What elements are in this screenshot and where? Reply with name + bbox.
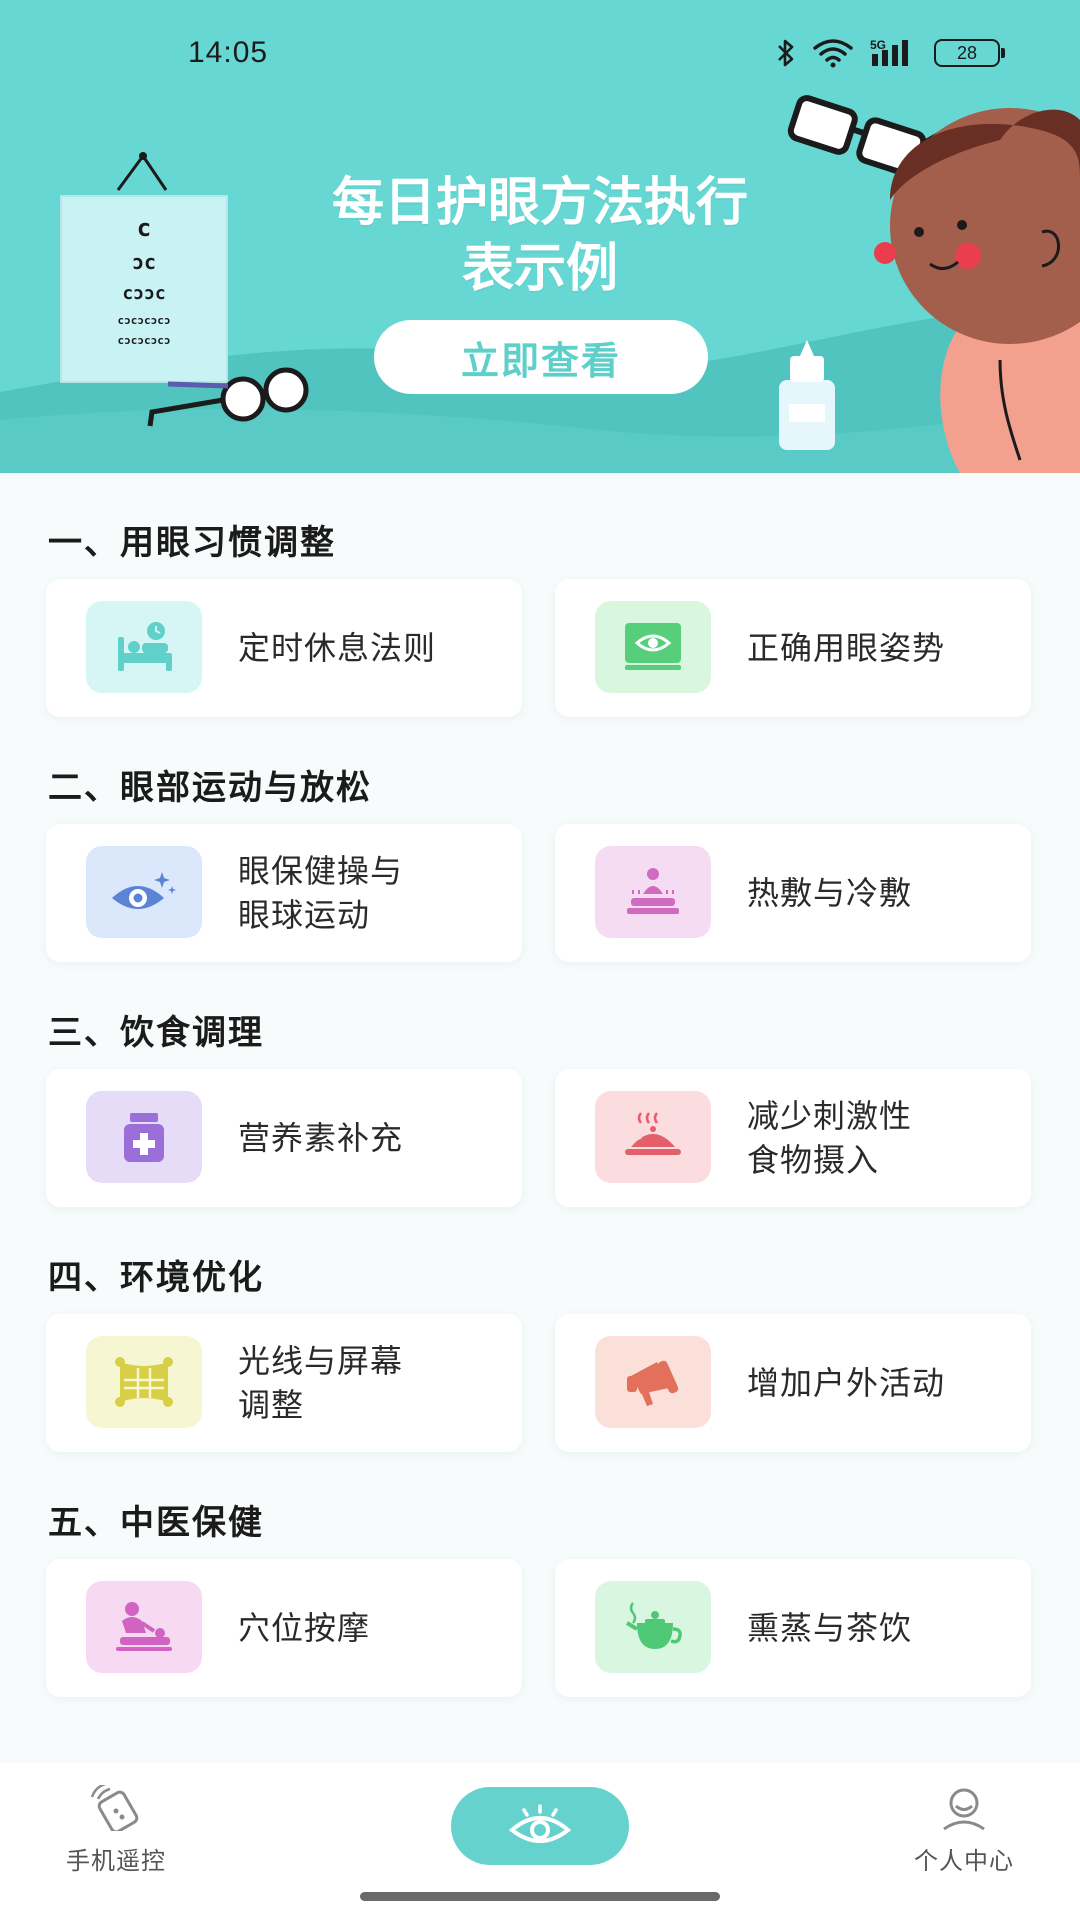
card-label: 正确用眼姿势 [747, 629, 946, 667]
user-icon [943, 1788, 985, 1831]
eye-chart-row: cɔɔc [122, 283, 166, 304]
card-hot-cold-compress[interactable]: 热敷与冷敷 [555, 824, 1031, 962]
card-light-screen[interactable]: 光线与屏幕 调整 [46, 1314, 522, 1452]
card-eye-exercises[interactable]: 眼保健操与 眼球运动 [46, 824, 522, 962]
teapot-icon [595, 1581, 711, 1673]
status-bar: 14:05 5G 28 [0, 0, 1080, 110]
card-label: 光线与屏幕 调整 [238, 1314, 508, 1452]
megaphone-icon [595, 1336, 711, 1428]
nav-label-personal: 个人中心 [914, 1847, 1014, 1875]
card-timed-rest[interactable]: 定时休息法则 [46, 579, 522, 717]
section-title-tcm: 五、中医保健 [48, 1503, 264, 1543]
bluetooth-icon [778, 39, 794, 67]
section-title-exercise: 二、眼部运动与放松 [48, 768, 372, 808]
banner-title-line1: 每日护眼方法执行 [331, 173, 748, 233]
eye-chart-row: c [136, 214, 152, 242]
card-label-line2: 食物摄入 [747, 1141, 880, 1179]
nav-eye-care-button[interactable] [451, 1787, 629, 1865]
sparkle-eye-icon [86, 846, 202, 938]
card-label-line2: 调整 [238, 1386, 305, 1424]
card-label-line1: 减少刺激性 [747, 1097, 913, 1135]
battery-level: 28 [956, 42, 978, 63]
remote-control-icon [90, 1781, 139, 1834]
section-title-diet: 三、饮食调理 [48, 1013, 264, 1053]
medicine-bottle-icon [86, 1091, 202, 1183]
card-reduce-irritants[interactable]: 减少刺激性 食物摄入 [555, 1069, 1031, 1207]
card-label: 定时休息法则 [238, 629, 437, 667]
top-banner[interactable]: c ɔc cɔɔc cɔcɔcɔcɔ cɔcɔcɔcɔ 14:05 5G 28 … [0, 0, 1080, 473]
window-frame-icon [86, 1336, 202, 1428]
card-fumigation-tea[interactable]: 熏蒸与茶饮 [555, 1559, 1031, 1697]
nav-personal-center[interactable]: 个人中心 [884, 1785, 1044, 1876]
section-title-habits: 一、用眼习惯调整 [48, 523, 336, 563]
card-correct-posture[interactable]: 正确用眼姿势 [555, 579, 1031, 717]
eye-icon [508, 1804, 572, 1843]
status-icons: 5G 28 [776, 36, 1005, 70]
card-acupoint-massage[interactable]: 穴位按摩 [46, 1559, 522, 1697]
bed-clock-icon [86, 601, 202, 693]
card-label-line2: 眼球运动 [238, 896, 371, 934]
view-now-button[interactable]: 立即查看 [374, 320, 708, 394]
battery-icon: 28 [934, 39, 1005, 67]
card-label: 减少刺激性 食物摄入 [747, 1069, 1017, 1207]
eye-monitor-icon [595, 601, 711, 693]
nav-remote-control[interactable]: 手机遥控 [36, 1781, 196, 1876]
eye-chart-row: cɔcɔcɔcɔ [117, 334, 171, 347]
card-outdoor-activity[interactable]: 增加户外活动 [555, 1314, 1031, 1452]
hot-dish-icon [595, 1091, 711, 1183]
nav-label-remote: 手机遥控 [66, 1847, 166, 1875]
card-label: 营养素补充 [238, 1119, 404, 1157]
status-time: 14:05 [188, 36, 269, 69]
section-title-environment: 四、环境优化 [48, 1258, 264, 1298]
spa-treatment-icon [595, 846, 711, 938]
massage-icon [86, 1581, 202, 1673]
card-label: 眼保健操与 眼球运动 [238, 824, 508, 962]
card-label: 增加户外活动 [747, 1364, 946, 1402]
home-indicator[interactable] [360, 1892, 720, 1901]
card-label: 热敷与冷敷 [747, 874, 913, 912]
eye-chart: c ɔc cɔɔc cɔcɔcɔcɔ cɔcɔcɔcɔ [61, 210, 227, 350]
card-label-line1: 光线与屏幕 [238, 1342, 404, 1380]
eye-chart-row: cɔcɔcɔcɔ [117, 314, 171, 327]
eye-chart-row: ɔc [131, 250, 157, 274]
card-label-line1: 眼保健操与 [238, 852, 404, 890]
card-label: 穴位按摩 [238, 1609, 371, 1647]
wifi-icon [813, 39, 853, 68]
card-nutrients[interactable]: 营养素补充 [46, 1069, 522, 1207]
svg-text:5G: 5G [870, 38, 886, 52]
5g-signal-icon: 5G [870, 38, 908, 66]
content-list: 一、用眼习惯调整 定时休息法则 正确用眼姿势 二、眼部运动与放松 眼保健操与 眼… [0, 473, 1080, 1763]
banner-title: 每日护眼方法执行 表示例 [260, 170, 820, 302]
card-label: 熏蒸与茶饮 [747, 1609, 913, 1647]
banner-title-line2: 表示例 [461, 239, 618, 299]
